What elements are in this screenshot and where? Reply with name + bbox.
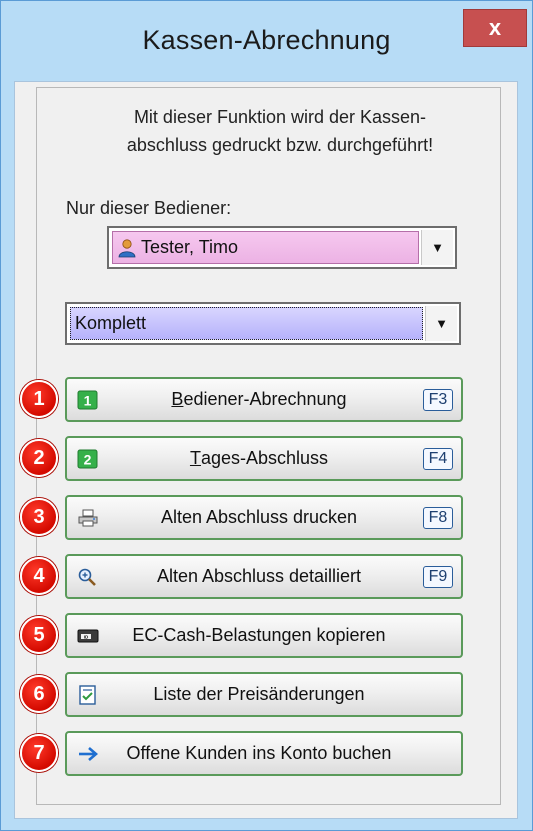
chevron-down-icon: ▼ <box>431 240 444 255</box>
daily-closing-label: Tages-Abschluss <box>97 438 421 479</box>
user-icon <box>118 238 136 257</box>
mode-select-value: Komplett <box>70 307 423 340</box>
print-old-closing-label: Alten Abschluss drucken <box>160 507 358 527</box>
checklist-icon <box>79 685 96 705</box>
book-open-customers-label: Offene Kunden ins Konto buchen <box>126 743 392 763</box>
step-badge-5: 5 <box>20 616 58 654</box>
svg-text:2: 2 <box>84 452 92 468</box>
window-title: Kassen-Abrechnung <box>142 25 391 55</box>
book-open-customers-button[interactable]: Offene Kunden ins Konto buchen <box>65 731 463 776</box>
svg-text:ID: ID <box>84 634 89 639</box>
step-badge-3: 3 <box>20 498 58 536</box>
daily-closing-label-rest: ages-Abschluss <box>200 448 329 468</box>
operator-report-label: Bediener-Abrechnung <box>97 379 421 420</box>
magnifier-icon <box>78 568 96 586</box>
step-badge-2: 2 <box>20 439 58 477</box>
shortcut-f9: F9 <box>423 566 453 588</box>
operator-report-label-rest: ediener-Abrechnung <box>183 389 347 409</box>
detail-old-closing-label: Alten Abschluss detailliert <box>156 566 362 586</box>
operator-selected-text: Tester, Timo <box>141 237 239 257</box>
svg-text:1: 1 <box>84 393 92 409</box>
operator-dropdown-arrow[interactable]: ▼ <box>421 230 453 265</box>
close-button[interactable]: x <box>463 9 527 47</box>
mode-select[interactable]: Komplett ▼ <box>65 302 461 345</box>
step-badge-4: 4 <box>20 557 58 595</box>
description-line-1: Mit dieser Funktion wird der Kassen- <box>133 107 427 127</box>
price-changes-list-label: Liste der Preisänderungen <box>153 684 365 704</box>
copy-ec-cash-button[interactable]: ID EC-Cash-Belastungen kopieren <box>65 613 463 658</box>
step-badge-6: 6 <box>20 675 58 713</box>
copy-ec-cash-label: EC-Cash-Belastungen kopieren <box>132 625 386 645</box>
number-one-icon: 1 <box>77 390 98 410</box>
operator-report-button[interactable]: 1 Bediener-Abrechnung F3 <box>65 377 463 422</box>
shortcut-f3: F3 <box>423 389 453 411</box>
price-changes-list-button[interactable]: Liste der Preisänderungen <box>65 672 463 717</box>
operator-select-value: Tester, Timo <box>112 231 419 264</box>
shortcut-f8: F8 <box>423 507 453 529</box>
arrow-right-icon <box>79 747 98 761</box>
card-icon: ID <box>77 629 99 643</box>
printer-icon <box>78 509 98 527</box>
title-bar[interactable]: Kassen-Abrechnung x <box>1 1 532 81</box>
description-text: Mit dieser Funktion wird der Kassen- abs… <box>60 103 500 159</box>
step-badge-7: 7 <box>20 734 58 772</box>
operator-report-label-mnemonic: B <box>171 389 184 409</box>
print-old-closing-button[interactable]: Alten Abschluss drucken F8 <box>65 495 463 540</box>
description-line-2: abschluss gedruckt bzw. durchgeführt! <box>126 135 434 155</box>
mode-selected-text: Komplett <box>75 313 147 333</box>
mode-dropdown-arrow[interactable]: ▼ <box>425 306 457 341</box>
number-two-icon: 2 <box>77 449 98 469</box>
shortcut-f4: F4 <box>423 448 453 470</box>
daily-closing-button[interactable]: 2 Tages-Abschluss F4 <box>65 436 463 481</box>
operator-select[interactable]: Tester, Timo ▼ <box>107 226 457 269</box>
operator-label: Nur dieser Bediener: <box>66 198 232 218</box>
detail-old-closing-button[interactable]: Alten Abschluss detailliert F9 <box>65 554 463 599</box>
step-badge-1: 1 <box>20 380 58 418</box>
close-icon: x <box>488 15 502 40</box>
chevron-down-icon: ▼ <box>435 316 448 331</box>
daily-closing-label-mnemonic: T <box>189 448 201 468</box>
